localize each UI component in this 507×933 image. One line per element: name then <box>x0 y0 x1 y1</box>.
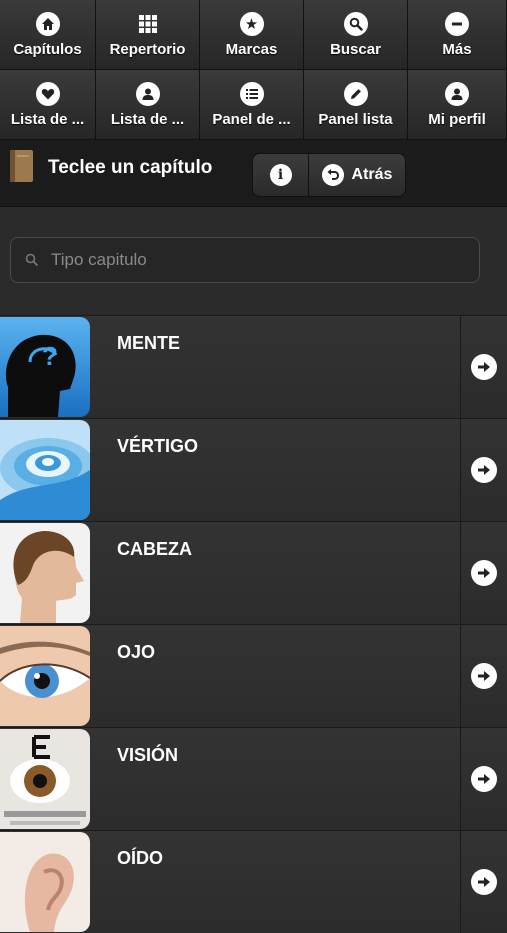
nav-label: Mi perfil <box>428 111 486 128</box>
pencil-icon <box>343 82 368 106</box>
nav-label: Lista de ... <box>110 111 185 128</box>
eye-chart-image <box>0 729 90 829</box>
search-icon <box>25 253 39 267</box>
arrow-right-icon <box>471 869 497 895</box>
svg-text:?: ? <box>42 341 58 371</box>
nav-panel-lista-button[interactable]: Panel lista <box>304 70 408 140</box>
undo-icon <box>321 164 344 186</box>
page-title: Teclee un capítulo <box>48 157 213 178</box>
arrow-right-icon <box>471 560 497 586</box>
open-chapter-button[interactable] <box>460 728 507 830</box>
arrow-right-icon <box>471 663 497 689</box>
home-icon <box>35 12 60 36</box>
arrow-right-icon <box>471 457 497 483</box>
nav-label: Panel lista <box>318 111 393 128</box>
book-icon <box>7 149 35 183</box>
chapter-row-vision[interactable]: VISIÓN <box>0 727 507 830</box>
chapter-search-input[interactable] <box>49 249 479 271</box>
nav-buscar-button[interactable]: Buscar <box>304 0 408 70</box>
nav-label: Buscar <box>330 41 381 58</box>
chapter-label: MENTE <box>117 333 180 353</box>
chapter-label: CABEZA <box>117 539 192 559</box>
user-icon <box>135 82 160 106</box>
minus-icon <box>445 12 469 36</box>
arrow-right-icon <box>471 766 497 792</box>
nav-label: Lista de ... <box>10 111 85 128</box>
nav-marcas-button[interactable]: ★ Marcas <box>200 0 304 70</box>
nav-capitulos-button[interactable]: Capítulos <box>0 0 96 70</box>
chapter-label: OÍDO <box>117 848 164 868</box>
info-icon: i <box>269 164 292 186</box>
nav-mi-perfil-button[interactable]: Mi perfil <box>408 70 507 140</box>
chapter-label: OJO <box>117 642 156 662</box>
search-field[interactable] <box>10 237 480 283</box>
grid-icon <box>136 12 160 36</box>
user-icon <box>445 82 469 106</box>
open-chapter-button[interactable] <box>460 522 507 624</box>
chapter-row-oido[interactable]: OÍDO <box>0 830 507 933</box>
nav-label: Más <box>442 41 472 58</box>
chapter-label: VÉRTIGO <box>117 436 199 456</box>
arrow-right-icon <box>471 354 497 380</box>
nav-panel-de-button[interactable]: Panel de ... <box>200 70 304 140</box>
back-label: Atrás <box>351 166 393 183</box>
nav-repertorio-button[interactable]: Repertorio <box>96 0 200 70</box>
nav-lista-favoritos-button[interactable]: Lista de ... <box>0 70 96 140</box>
header-button-group: i Atrás <box>252 153 406 197</box>
chapter-list: ? MENTE VÉRTIGO CABEZA OJO VISIÓN OÍDO <box>0 315 507 933</box>
top-nav-grid: Capítulos Repertorio ★ Marcas Buscar Más… <box>0 0 507 140</box>
spiral-image <box>0 420 90 520</box>
eye-image <box>0 626 90 726</box>
open-chapter-button[interactable] <box>460 316 507 418</box>
nav-label: Repertorio <box>109 41 186 58</box>
chapter-row-cabeza[interactable]: CABEZA <box>0 521 507 624</box>
list-icon <box>239 82 264 106</box>
star-icon: ★ <box>239 12 264 36</box>
chapter-row-mente[interactable]: ? MENTE <box>0 315 507 418</box>
chapter-row-vertigo[interactable]: VÉRTIGO <box>0 418 507 521</box>
nav-label: Capítulos <box>13 41 82 58</box>
open-chapter-button[interactable] <box>460 625 507 727</box>
chapter-row-ojo[interactable]: OJO <box>0 624 507 727</box>
heart-icon <box>35 82 60 106</box>
head-profile-image <box>0 523 90 623</box>
info-button[interactable]: i <box>253 154 309 196</box>
chapter-label: VISIÓN <box>117 745 179 765</box>
back-button[interactable]: Atrás <box>309 154 405 196</box>
open-chapter-button[interactable] <box>460 831 507 933</box>
nav-label: Marcas <box>225 41 278 58</box>
nav-mas-button[interactable]: Más <box>408 0 507 70</box>
search-icon <box>343 12 368 36</box>
head-question-image: ? <box>0 317 90 417</box>
nav-label: Panel de ... <box>212 111 291 128</box>
nav-lista-usuarios-button[interactable]: Lista de ... <box>96 70 200 140</box>
ear-image <box>0 832 90 932</box>
open-chapter-button[interactable] <box>460 419 507 521</box>
